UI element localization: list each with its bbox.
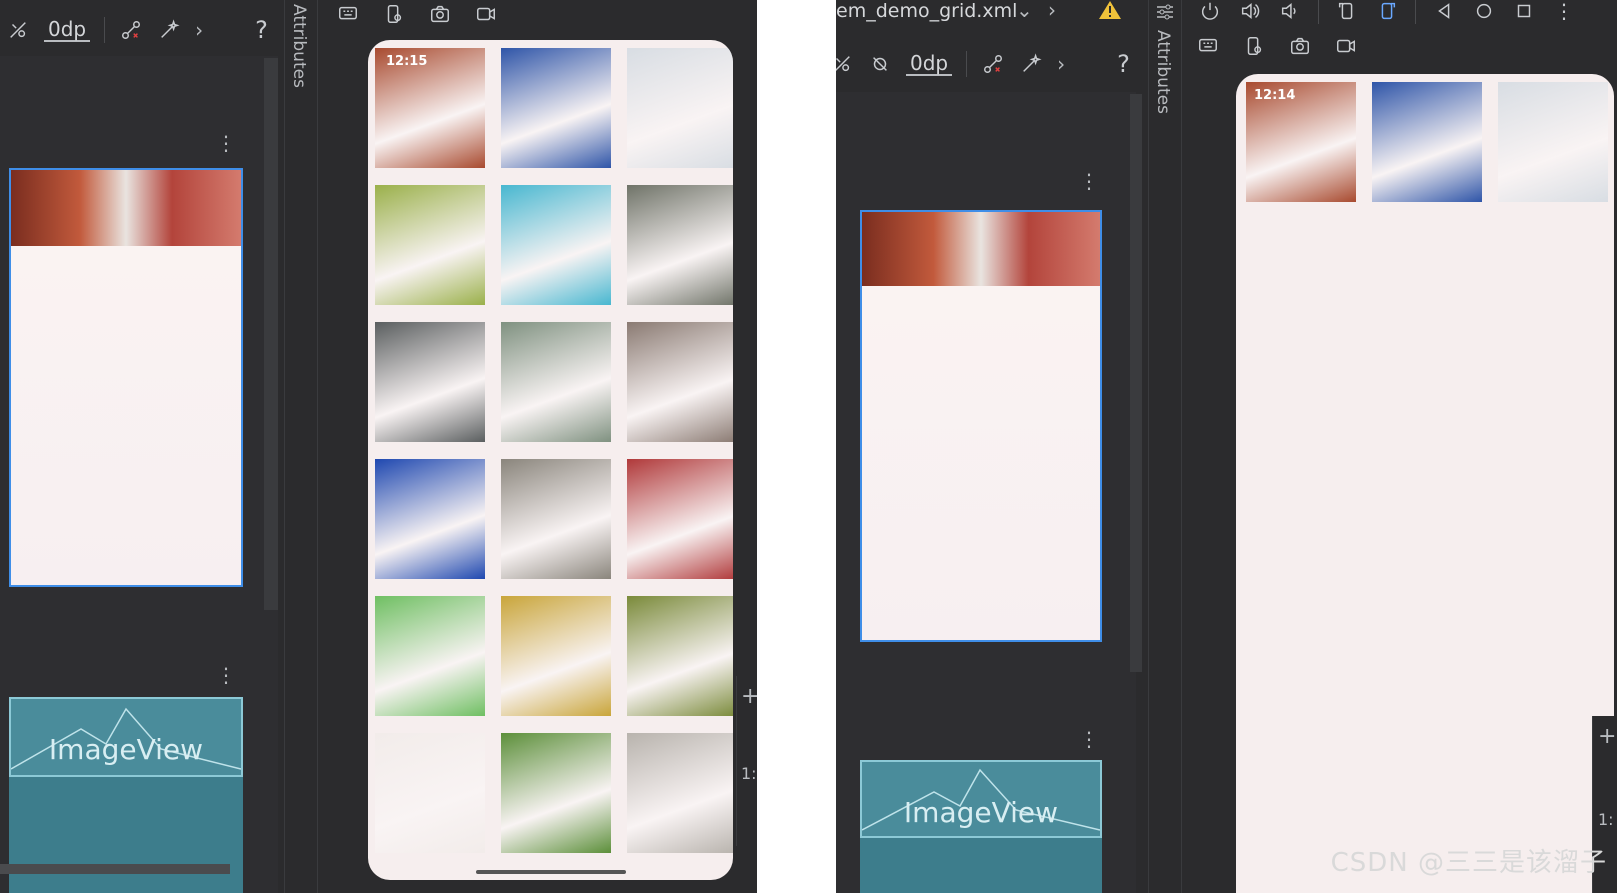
design-toolbar: 0dp › ? <box>6 16 268 44</box>
toolbar-separator <box>104 17 106 43</box>
design-toolbar: 0dp › ? <box>836 50 1130 78</box>
attributes-tab[interactable]: Attributes <box>289 4 309 88</box>
imageview-preview[interactable]: ImageView <box>860 760 1102 893</box>
power-icon[interactable] <box>1198 0 1222 23</box>
more-chevron-icon[interactable]: › <box>1057 52 1065 76</box>
image-grid <box>375 48 733 853</box>
grid-image-thumbnail[interactable] <box>501 459 611 579</box>
volume-down-icon[interactable] <box>1278 0 1302 23</box>
item-options-icon[interactable]: ⋮ <box>1079 171 1099 191</box>
imageview-placeholder: ImageView <box>860 760 1102 838</box>
infer-constraints-icon[interactable] <box>157 18 181 42</box>
screenshot-icon[interactable] <box>1288 34 1312 58</box>
grid-image-thumbnail[interactable] <box>501 322 611 442</box>
emulator-controls: ⋮ <box>1198 0 1576 24</box>
keyboard-icon[interactable] <box>336 2 360 26</box>
grid-image-thumbnail[interactable] <box>501 596 611 716</box>
rotate-left-icon[interactable] <box>1335 0 1359 23</box>
volume-up-icon[interactable] <box>1238 0 1262 23</box>
status-time: 12:15 <box>386 54 428 69</box>
grid-image-thumbnail[interactable] <box>375 733 485 853</box>
emulator-screen[interactable]: 12:14 <box>1236 74 1614 893</box>
grid-image-thumbnail[interactable] <box>375 596 485 716</box>
layout-preview-item[interactable] <box>9 168 243 587</box>
rotate-right-icon[interactable] <box>1375 0 1399 23</box>
zoom-in-icon[interactable]: + <box>741 684 757 709</box>
device-settings-icon[interactable] <box>382 2 406 26</box>
default-margin-value[interactable]: 0dp <box>44 18 91 42</box>
warning-icon[interactable] <box>1098 0 1122 20</box>
vertical-scrollbar[interactable] <box>1130 94 1142 672</box>
grid-image-thumbnail[interactable] <box>627 459 733 579</box>
overview-icon[interactable] <box>1512 0 1536 23</box>
attributes-sliders-icon[interactable] <box>1155 2 1175 22</box>
screen-record-icon[interactable] <box>1334 34 1358 58</box>
image-grid <box>1246 82 1608 202</box>
home-indicator[interactable] <box>476 870 626 874</box>
toolbar-separator <box>1318 0 1319 24</box>
grid-image-thumbnail[interactable] <box>627 48 733 168</box>
zoom-in-icon[interactable]: + <box>1598 724 1616 749</box>
preview-thumbnail <box>862 212 1100 286</box>
tab-more-chevron-icon[interactable]: › <box>1048 0 1056 22</box>
clear-constraints-icon[interactable] <box>119 18 143 42</box>
grid-image-thumbnail[interactable] <box>1498 82 1608 202</box>
keyboard-icon[interactable] <box>1196 34 1220 58</box>
file-tab-title[interactable]: em_demo_grid.xml <box>836 0 1017 22</box>
attributes-strip: Attributes <box>1148 0 1182 893</box>
grid-image-thumbnail[interactable] <box>627 185 733 305</box>
grid-image-thumbnail[interactable] <box>501 48 611 168</box>
grid-image-thumbnail[interactable] <box>627 733 733 853</box>
grid-image-thumbnail[interactable] <box>627 322 733 442</box>
grid-image-thumbnail[interactable] <box>501 185 611 305</box>
device-toolbar <box>336 2 498 26</box>
imageview-label: ImageView <box>48 733 204 766</box>
horizontal-scrollbar[interactable] <box>0 864 230 874</box>
clear-constraints-icon[interactable] <box>981 52 1005 76</box>
left-editor-panel: 0dp › ? ⋮ ⋮ ImageView Attributes 12:15 +… <box>0 0 757 893</box>
status-time: 12:14 <box>1254 88 1296 103</box>
home-icon[interactable] <box>1472 0 1496 23</box>
item-options-icon[interactable]: ⋮ <box>216 133 236 153</box>
grid-image-thumbnail[interactable] <box>375 459 485 579</box>
imageview-options-icon[interactable]: ⋮ <box>1079 729 1099 749</box>
toolbar-separator <box>966 51 968 77</box>
toolbar-separator <box>1415 0 1416 24</box>
device-toolbar <box>1196 34 1358 58</box>
grid-image-thumbnail[interactable] <box>375 322 485 442</box>
attributes-tab[interactable]: Attributes <box>1153 30 1173 114</box>
view-options-icon[interactable] <box>6 18 30 42</box>
file-dropdown-icon[interactable]: ⌄ <box>1016 0 1033 22</box>
more-options-icon[interactable]: ⋮ <box>1552 0 1576 23</box>
grid-image-thumbnail[interactable] <box>501 733 611 853</box>
device-settings-icon[interactable] <box>1242 34 1266 58</box>
zoom-controls: + 1: <box>736 676 757 846</box>
screen-record-icon[interactable] <box>474 2 498 26</box>
imageview-options-icon[interactable]: ⋮ <box>216 665 236 685</box>
imageview-label: ImageView <box>903 796 1059 829</box>
default-margin-value[interactable]: 0dp <box>906 52 953 76</box>
csdn-watermark: CSDN @三三是该溜子 <box>1330 848 1607 878</box>
right-editor-panel: em_demo_grid.xml ⌄ › 0dp › ? ⋮ ⋮ ImageVi… <box>836 0 1617 893</box>
vertical-scrollbar[interactable] <box>264 58 278 610</box>
infer-constraints-icon[interactable] <box>1019 52 1043 76</box>
magnet-icon[interactable] <box>868 52 892 76</box>
screenshot-icon[interactable] <box>428 2 452 26</box>
grid-image-thumbnail[interactable] <box>375 185 485 305</box>
imageview-placeholder: ImageView <box>9 697 243 777</box>
zoom-ratio-label[interactable]: 1: <box>1598 810 1614 829</box>
emulator-screen[interactable]: 12:15 <box>368 40 733 880</box>
grid-image-thumbnail[interactable] <box>627 596 733 716</box>
preview-thumbnail <box>11 170 241 246</box>
help-icon[interactable]: ? <box>255 16 268 44</box>
back-icon[interactable] <box>1432 0 1456 23</box>
layout-preview-item[interactable] <box>860 210 1102 642</box>
view-options-icon[interactable] <box>836 52 854 76</box>
help-icon[interactable]: ? <box>1117 50 1130 78</box>
zoom-ratio-icon[interactable]: 1: <box>741 764 757 783</box>
grid-image-thumbnail[interactable] <box>1372 82 1482 202</box>
more-chevron-icon[interactable]: › <box>195 18 203 42</box>
attributes-strip: Attributes <box>284 0 318 893</box>
